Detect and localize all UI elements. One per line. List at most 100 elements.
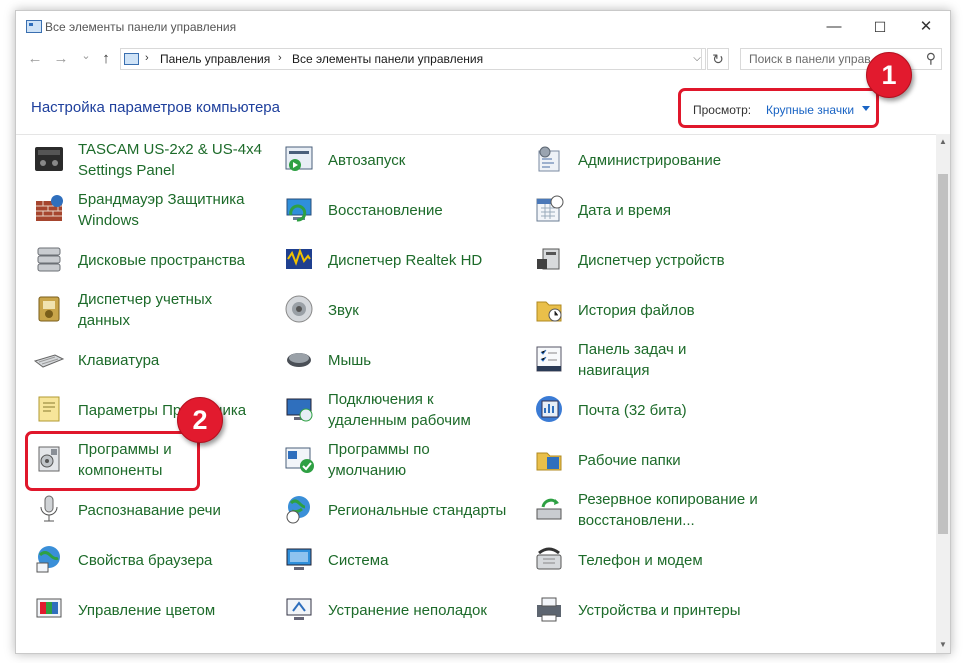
control-panel-item[interactable]: Администрирование: [533, 139, 778, 183]
maximize-button[interactable]: ☐: [857, 11, 903, 43]
breadcrumb-separator: ›: [145, 52, 149, 64]
close-button[interactable]: ✕: [903, 11, 949, 43]
label-line: Settings Panel: [78, 162, 175, 179]
scroll-down-icon[interactable]: ▼: [936, 637, 950, 653]
control-panel-item[interactable]: Подключения к удаленным рабочим: [283, 389, 528, 433]
control-panel-item[interactable]: Свойства браузера: [33, 539, 278, 583]
search-icon[interactable]: ⚲: [926, 50, 936, 67]
programs-highlight: [25, 431, 200, 491]
label-line: Подключения к: [328, 391, 434, 408]
control-panel-item[interactable]: Восстановление: [283, 189, 528, 233]
search-input[interactable]: Поиск в панели управ: [749, 52, 871, 66]
control-panel-item[interactable]: Брандмауэр Защитника Windows: [33, 189, 278, 233]
control-panel-item-label[interactable]: Рабочие папки: [578, 450, 681, 471]
control-panel-item[interactable]: Диспетчер Realtek HD: [283, 239, 528, 283]
control-panel-item-label[interactable]: Распознавание речи: [78, 500, 221, 521]
control-panel-item-label[interactable]: Администрирование: [578, 150, 721, 171]
control-panel-item[interactable]: Дата и время: [533, 189, 778, 233]
control-panel-item[interactable]: Параметры Проводника: [33, 389, 278, 433]
scroll-thumb[interactable]: [938, 174, 948, 534]
refresh-icon[interactable]: ↻: [707, 48, 729, 70]
title-bar: Все элементы панели управления — ☐ ✕: [16, 11, 950, 43]
control-panel-item[interactable]: История файлов: [533, 289, 778, 333]
control-panel-item-label[interactable]: Резервное копирование и восстановлени...: [578, 489, 758, 531]
control-panel-item-label[interactable]: Региональные стандарты: [328, 500, 506, 521]
control-panel-item-label[interactable]: Свойства браузера: [78, 550, 212, 571]
control-panel-item[interactable]: Клавиатура: [33, 339, 278, 383]
control-panel-item-label[interactable]: TASCAM US-2x2 & US-4x4 Settings Panel: [78, 139, 262, 181]
control-panel-item[interactable]: Диспетчер устройств: [533, 239, 778, 283]
label-line: Звук: [328, 302, 359, 319]
label-line: умолчанию: [328, 462, 407, 479]
control-panel-item[interactable]: Мышь: [283, 339, 528, 383]
address-bar[interactable]: › Панель управления › Все элементы панел…: [120, 48, 702, 70]
view-label: Просмотр:: [693, 103, 752, 117]
control-panel-item[interactable]: Панель задач и навигация: [533, 339, 778, 383]
tascam-icon: [33, 143, 65, 175]
breadcrumb-all-items[interactable]: Все элементы панели управления: [292, 52, 483, 66]
control-panel-item[interactable]: Дисковые пространства: [33, 239, 278, 283]
control-panel-item[interactable]: TASCAM US-2x2 & US-4x4 Settings Panel: [33, 139, 278, 183]
control-panel-item[interactable]: Звук: [283, 289, 528, 333]
minimize-button[interactable]: —: [811, 11, 857, 43]
breadcrumb-control-panel[interactable]: Панель управления: [160, 52, 270, 66]
control-panel-item-label[interactable]: Диспетчер Realtek HD: [328, 250, 482, 271]
control-panel-item[interactable]: Автозапуск: [283, 139, 528, 183]
view-mode-dropdown[interactable]: Крупные значки: [766, 103, 854, 117]
label-line: Система: [328, 552, 389, 569]
control-panel-item[interactable]: Устранение неполадок: [283, 589, 528, 633]
control-panel-item[interactable]: Региональные стандарты: [283, 489, 528, 533]
control-panel-item[interactable]: Диспетчер учетных данных: [33, 289, 278, 333]
control-panel-item[interactable]: Управление цветом: [33, 589, 278, 633]
control-panel-item-label[interactable]: Дисковые пространства: [78, 250, 245, 271]
control-panel-item-label[interactable]: Брандмауэр Защитника Windows: [78, 189, 244, 231]
control-panel-item[interactable]: Устройства и принтеры: [533, 589, 778, 633]
label-line: Панель задач и: [578, 341, 687, 358]
admin-tools-icon: [533, 143, 565, 175]
credential-manager-icon: [33, 293, 65, 325]
control-panel-item[interactable]: Рабочие папки: [533, 439, 778, 483]
control-panel-item[interactable]: Телефон и модем: [533, 539, 778, 583]
control-panel-item-label[interactable]: Почта (32 бита): [578, 400, 687, 421]
forward-arrow-icon[interactable]: →: [52, 49, 70, 69]
control-panel-item-label[interactable]: Дата и время: [578, 200, 671, 221]
control-panel-item-label[interactable]: Программы по умолчанию: [328, 439, 430, 481]
control-panel-item[interactable]: Почта (32 бита): [533, 389, 778, 433]
control-panel-item-label[interactable]: Диспетчер учетных данных: [78, 289, 212, 331]
control-panel-item-label[interactable]: Мышь: [328, 350, 371, 371]
label-line: Дата и время: [578, 202, 672, 219]
mouse-icon: [283, 343, 315, 375]
control-panel-item[interactable]: Программы по умолчанию: [283, 439, 528, 483]
back-arrow-icon[interactable]: ←: [26, 49, 44, 69]
breadcrumb-separator: ›: [278, 52, 282, 64]
control-panel-item-label[interactable]: Панель задач и навигация: [578, 339, 686, 381]
control-panel-item-label[interactable]: Восстановление: [328, 200, 443, 221]
control-panel-item-label[interactable]: Звук: [328, 300, 359, 321]
control-panel-item[interactable]: Распознавание речи: [33, 489, 278, 533]
control-panel-item-label[interactable]: Автозапуск: [328, 150, 405, 171]
control-panel-item-label[interactable]: Телефон и модем: [578, 550, 703, 571]
page-title: Настройка параметров компьютера: [31, 99, 280, 116]
control-panel-item-label[interactable]: История файлов: [578, 300, 695, 321]
control-panel-item-label[interactable]: Подключения к удаленным рабочим: [328, 389, 471, 431]
control-panel-icon: [124, 53, 139, 65]
control-panel-item-label[interactable]: Устранение неполадок: [328, 600, 487, 621]
address-dropdown-icon[interactable]: ⌵: [689, 48, 706, 70]
chevron-down-icon[interactable]: [862, 106, 870, 111]
label-line: Управление цветом: [78, 602, 216, 619]
control-panel-item-label[interactable]: Клавиатура: [78, 350, 159, 371]
control-panel-item[interactable]: Резервное копирование и восстановлени...: [533, 489, 778, 533]
vertical-scrollbar[interactable]: ▲ ▼: [936, 134, 950, 653]
control-panel-item-label[interactable]: Устройства и принтеры: [578, 600, 740, 621]
recent-locations-chevron-icon[interactable]: ⌄: [77, 46, 95, 66]
color-management-icon: [33, 593, 65, 625]
scroll-up-icon[interactable]: ▲: [936, 134, 950, 150]
control-panel-item-label[interactable]: Управление цветом: [78, 600, 215, 621]
control-panel-item[interactable]: Система: [283, 539, 528, 583]
control-panel-item-label[interactable]: Диспетчер устройств: [578, 250, 725, 271]
window-title: Все элементы панели управления: [45, 20, 237, 34]
up-arrow-icon[interactable]: ↑: [97, 49, 115, 69]
label-line: TASCAM US-2x2 & US-4x4: [78, 141, 262, 158]
search-box[interactable]: Поиск в панели управ ⚲: [740, 48, 942, 70]
control-panel-item-label[interactable]: Система: [328, 550, 388, 571]
